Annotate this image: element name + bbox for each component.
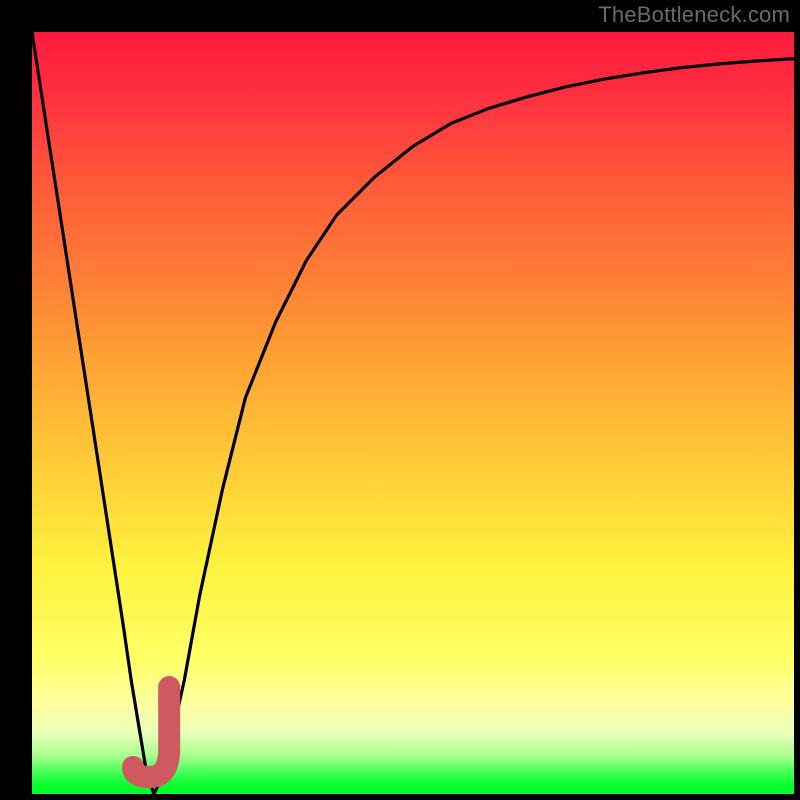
chart-frame: TheBottleneck.com xyxy=(0,0,800,800)
optimal-marker-dot xyxy=(122,756,144,778)
plot-area xyxy=(32,32,794,794)
curve-svg xyxy=(32,32,794,794)
attribution-text: TheBottleneck.com xyxy=(598,2,790,28)
bottleneck-curve xyxy=(32,32,794,794)
